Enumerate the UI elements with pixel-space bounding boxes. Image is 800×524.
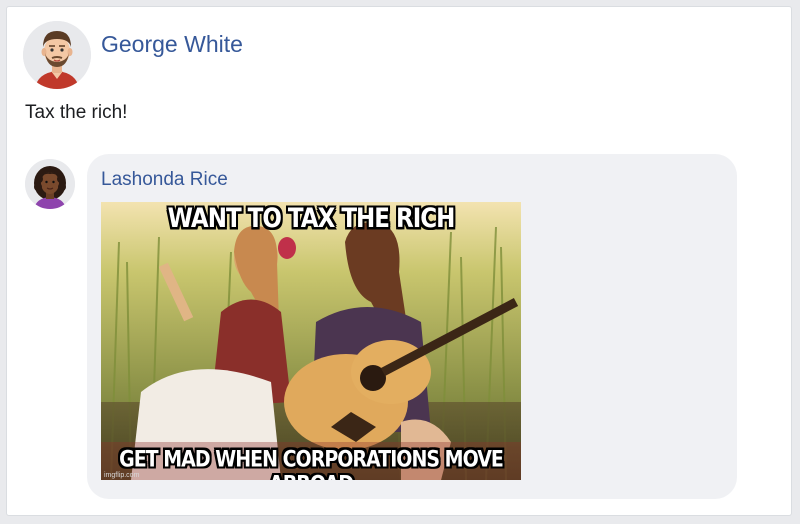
meme-image[interactable]: WANT TO TAX THE RICH GET MAD WHEN CORPOR… [101,202,521,480]
post-author-avatar[interactable] [23,21,91,89]
comment-author-avatar[interactable] [25,159,75,209]
meme-top-text: WANT TO TAX THE RICH [167,204,456,234]
comment-author-name[interactable]: Lashonda Rice [101,169,228,191]
comment-bubble: Lashonda Rice WANT TO TAX THE RICH GET M… [87,154,737,499]
meme-watermark: imgflip.com [104,472,140,479]
post-card: George White Tax the rich! Lashonda Rice… [6,6,792,516]
post-author-name[interactable]: George White [101,31,243,58]
post-text: Tax the rich! [25,102,128,123]
meme-bottom-text: GET MAD WHEN CORPORATIONS MOVE ABROAD [119,446,504,480]
